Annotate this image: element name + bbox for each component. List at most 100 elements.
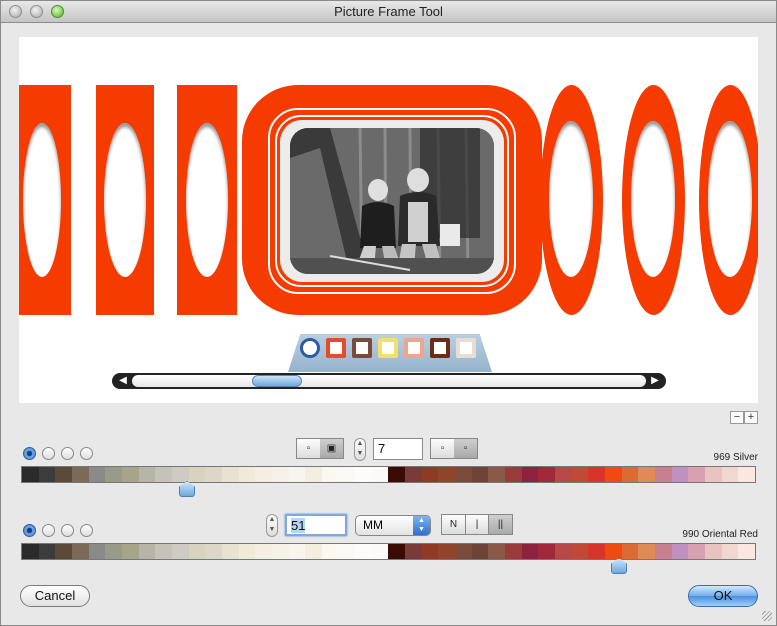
frame-sample[interactable] bbox=[19, 85, 71, 315]
palette-swatch[interactable] bbox=[604, 467, 622, 482]
resize-grip[interactable] bbox=[762, 611, 772, 621]
mini-swatch-oval[interactable] bbox=[300, 338, 320, 358]
row2-palette-pointer[interactable] bbox=[611, 558, 627, 574]
palette-swatch[interactable] bbox=[688, 544, 705, 559]
palette-swatch[interactable] bbox=[355, 544, 372, 559]
palette-swatch[interactable] bbox=[105, 467, 122, 482]
style-n-button[interactable]: N bbox=[442, 515, 465, 534]
frame-sample[interactable] bbox=[540, 85, 603, 315]
row1-edge-segment[interactable]: ▫ ▫ bbox=[430, 438, 478, 459]
palette-swatch[interactable] bbox=[221, 544, 239, 559]
palette-swatch[interactable] bbox=[305, 467, 322, 482]
palette-swatch[interactable] bbox=[621, 544, 639, 559]
palette-swatch[interactable] bbox=[238, 467, 256, 482]
palette-swatch[interactable] bbox=[38, 467, 56, 482]
palette-swatch[interactable] bbox=[88, 467, 106, 482]
style-single-line-button[interactable]: | bbox=[465, 515, 488, 534]
palette-swatch[interactable] bbox=[338, 467, 356, 482]
mini-swatch[interactable] bbox=[404, 338, 424, 358]
frame-sample[interactable] bbox=[699, 85, 758, 315]
palette-swatch[interactable] bbox=[371, 544, 389, 559]
zoom-out-button[interactable]: − bbox=[730, 411, 744, 424]
palette-swatch[interactable] bbox=[205, 544, 222, 559]
palette-swatch[interactable] bbox=[738, 544, 755, 559]
palette-swatch[interactable] bbox=[471, 467, 489, 482]
row1-width-stepper[interactable]: ▲ ▼ bbox=[354, 438, 366, 461]
row2-width-stepper[interactable]: ▲ ▼ bbox=[266, 514, 278, 537]
frame-sample[interactable] bbox=[622, 85, 685, 315]
palette-swatch[interactable] bbox=[55, 544, 72, 559]
palette-swatch[interactable] bbox=[105, 544, 122, 559]
palette-swatch[interactable] bbox=[88, 544, 106, 559]
palette-swatch[interactable] bbox=[571, 467, 589, 482]
palette-swatch[interactable] bbox=[688, 467, 705, 482]
palette-swatch[interactable] bbox=[455, 544, 472, 559]
palette-swatch[interactable] bbox=[371, 467, 389, 482]
bevel-edge-icon[interactable]: ▫ bbox=[454, 439, 477, 458]
palette-swatch[interactable] bbox=[338, 544, 356, 559]
palette-swatch[interactable] bbox=[71, 467, 89, 482]
flat-edge-icon[interactable]: ▫ bbox=[431, 439, 454, 458]
palette-swatch[interactable] bbox=[721, 467, 739, 482]
palette-swatch[interactable] bbox=[288, 544, 306, 559]
row1-radio-4[interactable] bbox=[80, 447, 93, 460]
row1-frame-style-segment[interactable]: ▫ ▣ bbox=[296, 438, 344, 459]
palette-swatch[interactable] bbox=[121, 544, 139, 559]
palette-swatch[interactable] bbox=[22, 467, 39, 482]
palette-swatch[interactable] bbox=[521, 544, 539, 559]
palette-swatch[interactable] bbox=[255, 544, 272, 559]
palette-swatch[interactable] bbox=[721, 544, 739, 559]
palette-swatch[interactable] bbox=[355, 467, 372, 482]
palette-swatch[interactable] bbox=[604, 544, 622, 559]
mini-swatch[interactable] bbox=[430, 338, 450, 358]
palette-swatch[interactable] bbox=[421, 544, 439, 559]
palette-swatch[interactable] bbox=[505, 544, 522, 559]
palette-swatch[interactable] bbox=[505, 467, 522, 482]
palette-swatch[interactable] bbox=[155, 467, 172, 482]
palette-swatch[interactable] bbox=[321, 467, 339, 482]
row2-width-field[interactable]: 51 bbox=[285, 514, 347, 536]
palette-swatch[interactable] bbox=[455, 467, 472, 482]
row2-radio-4[interactable] bbox=[80, 524, 93, 537]
mini-swatch[interactable] bbox=[378, 338, 398, 358]
row1-radio-1[interactable] bbox=[23, 447, 36, 460]
palette-swatch[interactable] bbox=[121, 467, 139, 482]
palette-swatch[interactable] bbox=[588, 467, 605, 482]
palette-swatch[interactable] bbox=[654, 467, 672, 482]
palette-swatch[interactable] bbox=[255, 467, 272, 482]
palette-swatch[interactable] bbox=[588, 544, 605, 559]
palette-swatch[interactable] bbox=[221, 467, 239, 482]
palette-swatch[interactable] bbox=[671, 544, 689, 559]
palette-swatch[interactable] bbox=[421, 467, 439, 482]
double-frame-icon[interactable]: ▣ bbox=[320, 439, 343, 458]
palette-swatch[interactable] bbox=[638, 467, 655, 482]
palette-swatch[interactable] bbox=[471, 544, 489, 559]
row1-color-palette[interactable] bbox=[21, 466, 756, 483]
palette-swatch[interactable] bbox=[704, 467, 722, 482]
palette-swatch[interactable] bbox=[405, 544, 422, 559]
palette-swatch[interactable] bbox=[271, 467, 289, 482]
palette-swatch[interactable] bbox=[205, 467, 222, 482]
palette-swatch[interactable] bbox=[405, 467, 422, 482]
palette-swatch[interactable] bbox=[538, 544, 555, 559]
palette-swatch[interactable] bbox=[188, 467, 206, 482]
mini-swatch[interactable] bbox=[352, 338, 372, 358]
frame-sample-selected[interactable] bbox=[242, 85, 542, 315]
row2-radio-3[interactable] bbox=[61, 524, 74, 537]
palette-swatch[interactable] bbox=[521, 467, 539, 482]
palette-swatch[interactable] bbox=[138, 544, 156, 559]
palette-swatch[interactable] bbox=[388, 544, 406, 559]
scroll-left-arrow-icon[interactable]: ◀ bbox=[116, 375, 130, 387]
single-frame-icon[interactable]: ▫ bbox=[297, 439, 320, 458]
palette-swatch[interactable] bbox=[704, 544, 722, 559]
palette-swatch[interactable] bbox=[55, 467, 72, 482]
palette-swatch[interactable] bbox=[488, 467, 506, 482]
palette-swatch[interactable] bbox=[488, 544, 506, 559]
ok-button[interactable]: OK bbox=[688, 585, 758, 607]
palette-swatch[interactable] bbox=[738, 467, 755, 482]
palette-swatch[interactable] bbox=[22, 544, 39, 559]
row2-radio-2[interactable] bbox=[42, 524, 55, 537]
mini-swatch[interactable] bbox=[456, 338, 476, 358]
palette-swatch[interactable] bbox=[638, 544, 655, 559]
row1-palette-pointer[interactable] bbox=[179, 481, 195, 497]
